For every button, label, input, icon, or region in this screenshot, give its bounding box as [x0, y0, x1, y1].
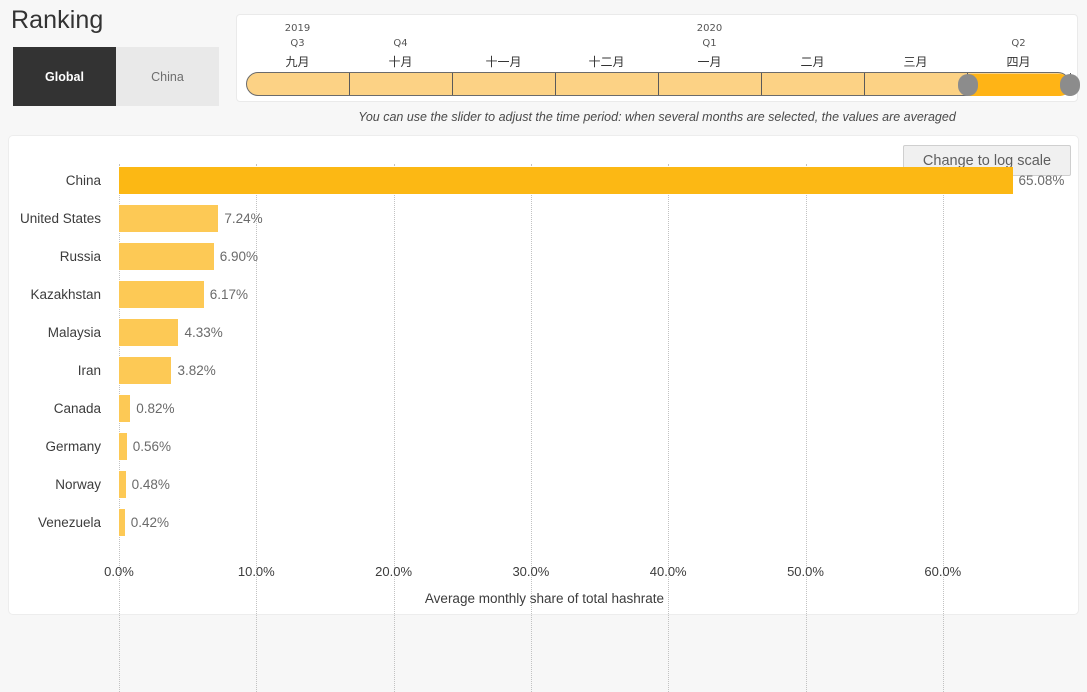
- x-tick-label: 50.0%: [787, 564, 824, 579]
- bar-category-label: Malaysia: [47, 325, 101, 340]
- timeline-month-label: 十一月: [485, 55, 522, 69]
- hashrate-ranking-bar-chart: Average monthly share of total hashrate …: [9, 136, 1080, 692]
- timeline-column-1: Q4 十月: [349, 22, 452, 70]
- bar-category-label: Kazakhstan: [30, 287, 101, 302]
- bar-value-label: 7.24%: [224, 211, 263, 226]
- slider-segment-1[interactable]: [350, 73, 453, 95]
- bar[interactable]: [119, 243, 214, 270]
- timeline-month-label: 二月: [800, 55, 825, 69]
- bar[interactable]: [119, 167, 1013, 194]
- slider-segment-0[interactable]: [247, 73, 350, 95]
- bar[interactable]: [119, 433, 127, 460]
- timeline-column-0: 2019 Q3 九月: [246, 22, 349, 70]
- slider-handle-left[interactable]: [958, 74, 978, 96]
- timeline-inner: 2019 Q3 九月 Q4 十月 十一月 十二月 2020 Q1 一月 二月 三月 Q2 四月: [246, 22, 1080, 96]
- bar-category-label: Canada: [53, 401, 101, 416]
- bar-row[interactable]: Iran 3.82%: [9, 352, 1080, 390]
- timeline-column-4: 2020 Q1 一月: [658, 22, 761, 70]
- slider-segment-2[interactable]: [453, 73, 556, 95]
- bar[interactable]: [119, 395, 131, 422]
- bar-row[interactable]: Kazakhstan 6.17%: [9, 276, 1080, 314]
- timeline-column-6: 三月: [864, 22, 967, 70]
- timeline-month-label: 三月: [903, 55, 928, 69]
- timeline-slider-panel: 2019 Q3 九月 Q4 十月 十一月 十二月 2020 Q1 一月 二月 三月 Q2 四月: [236, 14, 1080, 102]
- slider-selected-range[interactable]: [968, 74, 1071, 96]
- header-row: Ranking Global China 2019 Q3 九月 Q4 十月 十一月 十二月 20…: [0, 0, 1087, 131]
- time-range-slider[interactable]: [246, 72, 1080, 96]
- timeline-month-label: 九月: [285, 55, 310, 69]
- x-tick-label: 10.0%: [237, 564, 275, 579]
- bar-category-label: Germany: [45, 439, 101, 454]
- x-tick-label: 0.0%: [104, 564, 134, 579]
- timeline-quarter-label: Q1: [702, 38, 717, 49]
- timeline-month-label: 十二月: [588, 55, 625, 69]
- bar-value-label: 0.56%: [132, 439, 171, 454]
- bar-row[interactable]: China 65.08%: [9, 162, 1080, 200]
- bar-row[interactable]: Germany 0.56%: [9, 428, 1080, 466]
- timeline-column-3: 十二月: [555, 22, 658, 70]
- bar-value-label: 6.90%: [219, 249, 259, 264]
- bar-value-label: 4.33%: [184, 325, 223, 340]
- timeline-month-label: 四月: [1006, 55, 1031, 69]
- bar-row[interactable]: Venezuela 0.42%: [9, 504, 1080, 542]
- slider-segment-6[interactable]: [865, 73, 968, 95]
- slider-segment-4[interactable]: [659, 73, 762, 95]
- timeline-column-7: Q2 四月: [967, 22, 1070, 70]
- bar-value-label: 0.82%: [136, 401, 175, 416]
- timeline-month-label: 一月: [697, 55, 722, 69]
- slider-segment-3[interactable]: [556, 73, 659, 95]
- chart-panel: Change to log scale Average monthly shar…: [8, 135, 1080, 692]
- x-axis-title: Average monthly share of total hashrate: [424, 591, 665, 606]
- page-title: Ranking: [11, 6, 104, 34]
- bar-value-label: 3.82%: [177, 363, 216, 378]
- timeline-quarter-label: Q4: [393, 38, 408, 49]
- slider-handle-right[interactable]: [1060, 74, 1080, 96]
- timeline-column-5: 二月: [761, 22, 864, 70]
- bar-category-label: Iran: [77, 363, 101, 378]
- x-tick-label: 60.0%: [924, 564, 962, 579]
- slider-hint-text: You can use the slider to adjust the tim…: [358, 110, 956, 124]
- timeline-column-2: 十一月: [452, 22, 555, 70]
- scope-toggle-global[interactable]: Global: [13, 47, 116, 106]
- bar[interactable]: [119, 205, 219, 232]
- bar-row[interactable]: Russia 6.90%: [9, 238, 1080, 276]
- timeline-year-label: 2020: [696, 23, 723, 34]
- timeline-quarter-label: Q2: [1011, 38, 1026, 49]
- bar-value-label: 6.17%: [209, 287, 248, 302]
- timeline-year-label: 2019: [284, 23, 311, 34]
- bar-category-label: Russia: [59, 249, 101, 264]
- bar-row[interactable]: Norway 0.48%: [9, 466, 1080, 504]
- bar-value-label: 65.08%: [1018, 173, 1065, 188]
- bar[interactable]: [119, 319, 179, 346]
- bar[interactable]: [119, 509, 125, 536]
- bar[interactable]: [119, 471, 126, 498]
- bar-category-label: China: [65, 173, 101, 188]
- bar-row[interactable]: Canada 0.82%: [9, 390, 1080, 428]
- timeline-month-label: 十月: [388, 55, 413, 69]
- bar-category-label: Venezuela: [37, 515, 101, 530]
- scope-toggle-china[interactable]: China: [116, 47, 219, 106]
- scope-toggle-group: Global China: [13, 47, 219, 106]
- slider-segment-5[interactable]: [762, 73, 865, 95]
- bar-category-label: Norway: [55, 477, 101, 492]
- bar-category-label: United States: [19, 211, 101, 226]
- timeline-quarter-label: Q3: [290, 38, 305, 49]
- bar[interactable]: [119, 357, 172, 384]
- x-tick-label: 20.0%: [375, 564, 413, 579]
- bar-row[interactable]: United States 7.24%: [9, 200, 1080, 238]
- x-tick-label: 40.0%: [649, 564, 687, 579]
- bar-row[interactable]: Malaysia 4.33%: [9, 314, 1080, 352]
- x-tick-label: 30.0%: [512, 564, 550, 579]
- bar[interactable]: [119, 281, 204, 308]
- bar-value-label: 0.42%: [130, 515, 170, 530]
- bar-value-label: 0.48%: [131, 477, 170, 492]
